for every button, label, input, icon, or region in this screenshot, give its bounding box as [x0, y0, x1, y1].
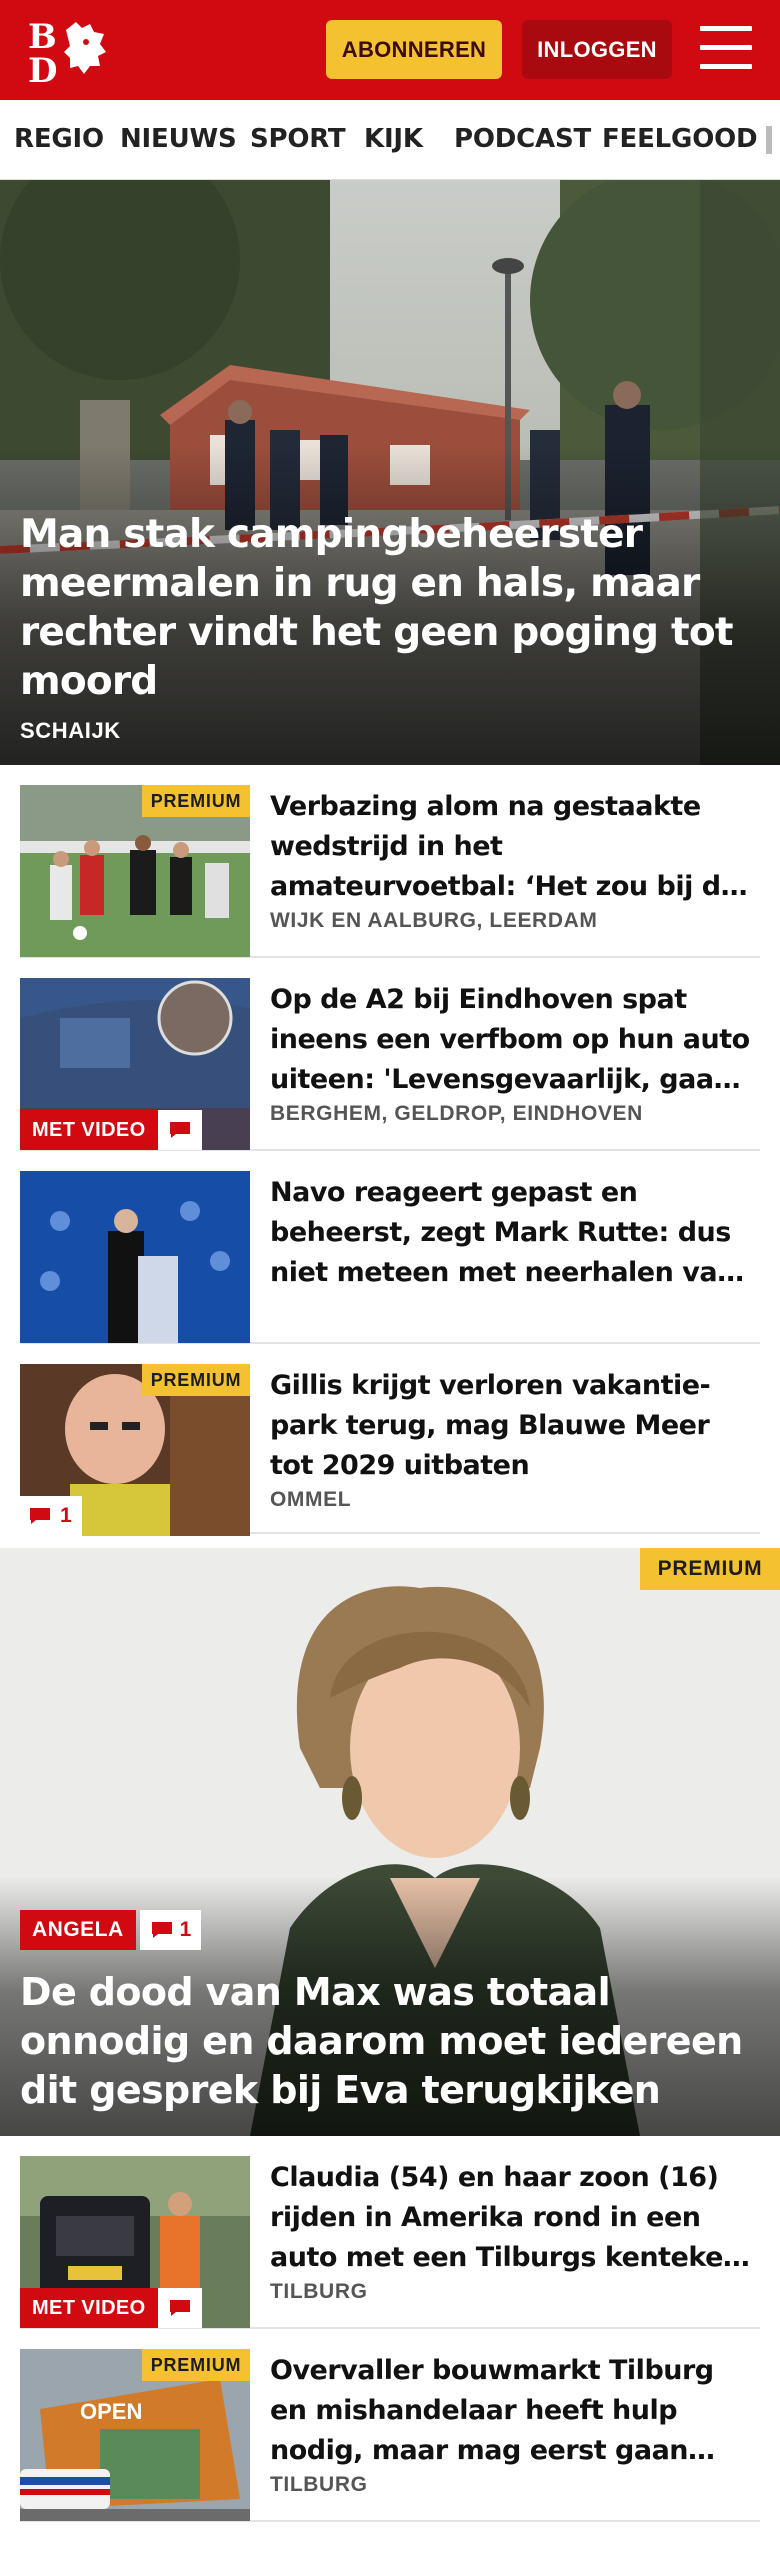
- video-badge: MET VIDEO: [20, 1110, 202, 1150]
- article-title[interactable]: Overvaller bouwmarkt Tilburg en mishande…: [270, 2351, 750, 2471]
- hero-article[interactable]: Man stak campingbeheerster meermalen in …: [0, 180, 780, 765]
- bd-logo[interactable]: B D: [26, 16, 116, 91]
- nav-item-feelgood[interactable]: FEELGOOD: [602, 124, 758, 154]
- nav-item-kijk[interactable]: KIJK: [364, 124, 423, 154]
- nav-item-nieuws[interactable]: NIEUWS: [120, 124, 237, 154]
- article-thumbnail: PREMIUM: [20, 785, 250, 957]
- premium-badge: PREMIUM: [640, 1548, 780, 1590]
- topic-tag[interactable]: ANGELA: [20, 1910, 136, 1950]
- article-location: TILBURG: [270, 2280, 368, 2303]
- video-label: MET VIDEO: [20, 2288, 158, 2328]
- article-thumbnail: MET VIDEO: [20, 978, 250, 1150]
- article-title[interactable]: Verbazing alom na gestaakte wedstrijd in…: [270, 787, 750, 907]
- list-item[interactable]: OPEN PREMIUM Overvaller bouwmarkt Tilbur…: [20, 2329, 760, 2522]
- list-item[interactable]: MET VIDEO Claudia (54) en haar zoon (16)…: [20, 2136, 760, 2329]
- feature-article[interactable]: PREMIUM ANGELA 1 De dood van Max was tot…: [0, 1548, 780, 2136]
- subscribe-button[interactable]: ABONNEREN: [326, 20, 502, 79]
- premium-badge: PREMIUM: [142, 785, 250, 817]
- article-location: WIJK EN AALBURG, LEERDAM: [270, 909, 598, 932]
- premium-badge: PREMIUM: [142, 1364, 250, 1396]
- section-nav: REGIO NIEUWS SPORT KIJK PODCAST FEELGOOD: [0, 100, 780, 180]
- article-title[interactable]: Gillis krijgt verloren vakantie-park ter…: [270, 1366, 750, 1486]
- list-item[interactable]: MET VIDEO Op de A2 bij Eindhoven spat in…: [20, 958, 760, 1151]
- comment-icon: [30, 1508, 50, 1524]
- store-sign: OPEN: [80, 2399, 142, 2424]
- list-item[interactable]: PREMIUM 1 Gillis krijgt verloren vakanti…: [20, 1344, 760, 1536]
- video-badge: MET VIDEO: [20, 2288, 202, 2328]
- article-title[interactable]: Op de A2 bij Eindhoven spat ineens een v…: [270, 980, 750, 1100]
- hero-title[interactable]: Man stak campingbeheerster meermalen in …: [20, 510, 750, 706]
- nav-item-podcast[interactable]: PODCAST: [454, 124, 591, 154]
- comment-count-badge: 1: [20, 1496, 82, 1536]
- article-thumbnail: [20, 1171, 250, 1343]
- article-thumbnail: OPEN PREMIUM: [20, 2349, 250, 2521]
- premium-badge: PREMIUM: [142, 2349, 250, 2381]
- nav-item-sport[interactable]: SPORT: [250, 124, 346, 154]
- comment-icon: [157, 1110, 202, 1150]
- comment-count: 1: [179, 1918, 192, 1941]
- site-header: B D ABONNEREN INLOGGEN: [0, 0, 780, 100]
- article-location: TILBURG: [270, 2473, 368, 2496]
- feature-title[interactable]: De dood van Max was totaal onnodig en da…: [20, 1968, 765, 2115]
- comment-count-badge: 1: [139, 1910, 202, 1950]
- list-item[interactable]: PREMIUM Verbazing alom na gestaakte weds…: [20, 765, 760, 958]
- login-button[interactable]: INLOGGEN: [522, 20, 672, 79]
- article-thumbnail: MET VIDEO: [20, 2156, 250, 2328]
- comment-icon: [157, 2288, 202, 2328]
- menu-icon[interactable]: [700, 24, 752, 74]
- article-title[interactable]: Claudia (54) en haar zoon (16) rijden in…: [270, 2158, 750, 2278]
- article-location: BERGHEM, GELDROP, EINDHOVEN: [270, 1102, 643, 1125]
- nav-overflow-indicator: [766, 126, 772, 154]
- article-title[interactable]: Navo reageert gepast en beheerst, zegt M…: [270, 1173, 750, 1293]
- comment-icon: [151, 1922, 172, 1938]
- comment-count: 1: [60, 1504, 72, 1527]
- svg-text:D: D: [28, 51, 57, 86]
- article-thumbnail: PREMIUM 1: [20, 1364, 250, 1536]
- feature-tags: ANGELA 1: [20, 1910, 202, 1950]
- article-location: OMMEL: [270, 1488, 352, 1511]
- list-item[interactable]: Navo reageert gepast en beheerst, zegt M…: [20, 1151, 760, 1344]
- nav-item-regio[interactable]: REGIO: [14, 124, 104, 154]
- hero-location: SCHAIJK: [20, 718, 121, 743]
- video-label: MET VIDEO: [20, 1110, 158, 1150]
